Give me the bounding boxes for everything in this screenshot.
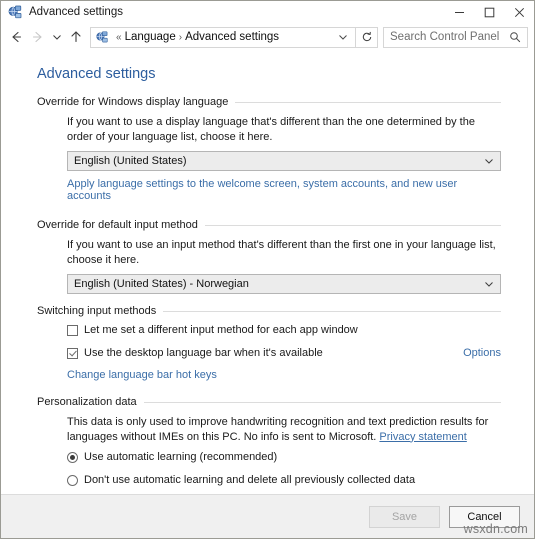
checkbox-row-app-window[interactable]: Let me set a different input method for …: [67, 324, 501, 338]
refresh-button[interactable]: [356, 26, 378, 48]
breadcrumb[interactable]: « Language › Advanced settings: [90, 26, 356, 48]
apply-language-settings-link[interactable]: Apply language settings to the welcome s…: [67, 178, 457, 202]
radio-no-automatic-learning[interactable]: [67, 474, 78, 486]
group-label-personalization: Personalization data: [37, 396, 137, 408]
group-divider: [163, 310, 501, 312]
change-language-bar-hotkeys-link[interactable]: Change language bar hot keys: [67, 369, 217, 381]
breadcrumb-language-icon: [95, 30, 109, 44]
checkbox-row-language-bar[interactable]: Use the desktop language bar when it's a…: [67, 347, 501, 361]
window-title: Advanced settings: [29, 6, 123, 18]
breadcrumb-item-language[interactable]: Language: [125, 31, 176, 43]
radio-row-no-auto-learning[interactable]: Don't use automatic learning and delete …: [67, 474, 501, 488]
group-input-method: Override for default input method If you…: [37, 219, 501, 294]
group-label-switching: Switching input methods: [37, 305, 157, 317]
radio-row-auto-learning[interactable]: Use automatic learning (recommended): [67, 451, 501, 465]
radio-no-automatic-learning-label: Don't use automatic learning and delete …: [84, 473, 416, 486]
search-input[interactable]: [384, 28, 505, 46]
group-personalization-data: Personalization data This data is only u…: [37, 396, 501, 487]
group-header: Override for Windows display language: [37, 96, 501, 108]
group-display-language: Override for Windows display language If…: [37, 96, 501, 202]
group-switching-input-methods: Switching input methods Let me set a dif…: [37, 305, 501, 381]
breadcrumb-item-advanced-settings[interactable]: Advanced settings: [185, 31, 279, 43]
settings-content: Advanced settings Override for Windows d…: [1, 52, 534, 494]
radio-use-automatic-learning[interactable]: [67, 452, 78, 463]
input-method-combobox[interactable]: English (United States) - Norwegian: [67, 274, 501, 294]
checkbox-language-bar[interactable]: [67, 347, 78, 359]
group-divider: [204, 224, 501, 226]
privacy-statement-link[interactable]: Privacy statement: [379, 431, 466, 443]
close-button[interactable]: [504, 1, 534, 23]
watermark: wsxdn.com: [463, 522, 528, 536]
back-button[interactable]: [5, 26, 27, 48]
forward-button[interactable]: [27, 26, 49, 48]
checkbox-language-bar-label: Use the desktop language bar when it's a…: [84, 346, 323, 359]
minimize-button[interactable]: [444, 1, 474, 23]
chevron-down-icon: [478, 156, 500, 166]
input-method-description: If you want to use an input method that'…: [67, 239, 496, 266]
checkbox-app-window-label: Let me set a different input method for …: [84, 324, 358, 336]
dialog-footer: Save Cancel: [1, 494, 534, 538]
group-divider: [143, 401, 501, 403]
page-title: Advanced settings: [37, 66, 156, 82]
personalization-description: This data is only used to improve handwr…: [67, 415, 501, 444]
window-controls: [444, 1, 534, 23]
address-bar: « Language › Advanced settings: [1, 23, 534, 51]
breadcrumb-dropdown-icon[interactable]: [334, 32, 355, 42]
search-icon: [505, 31, 525, 43]
breadcrumb-leading: «: [116, 31, 122, 43]
search-box[interactable]: [383, 26, 528, 48]
checkbox-app-window[interactable]: [67, 325, 78, 336]
maximize-button[interactable]: [474, 1, 504, 23]
group-header: Override for default input method: [37, 219, 501, 231]
language-control-panel-icon: [7, 4, 23, 20]
radio-use-automatic-learning-label: Use automatic learning (recommended): [84, 451, 278, 463]
group-header: Personalization data: [37, 396, 501, 408]
title-bar: Advanced settings: [1, 1, 534, 23]
save-button[interactable]: Save: [369, 505, 440, 528]
options-link[interactable]: Options: [463, 347, 501, 359]
group-label-input-method: Override for default input method: [37, 219, 198, 231]
chevron-down-icon: [478, 279, 500, 289]
options-link-wrap: Options: [451, 347, 501, 359]
recent-locations-button[interactable]: [49, 26, 65, 48]
advanced-settings-window: Advanced settings « Language › Advanced …: [0, 0, 535, 539]
up-button[interactable]: [65, 26, 87, 48]
display-language-combobox[interactable]: English (United States): [67, 151, 501, 171]
breadcrumb-separator: ›: [178, 31, 183, 43]
group-label-display-language: Override for Windows display language: [37, 96, 229, 108]
input-method-value: English (United States) - Norwegian: [74, 278, 249, 290]
group-header: Switching input methods: [37, 305, 501, 317]
group-divider: [235, 101, 501, 103]
display-language-description: If you want to use a display language th…: [67, 116, 475, 143]
display-language-value: English (United States): [74, 155, 187, 167]
